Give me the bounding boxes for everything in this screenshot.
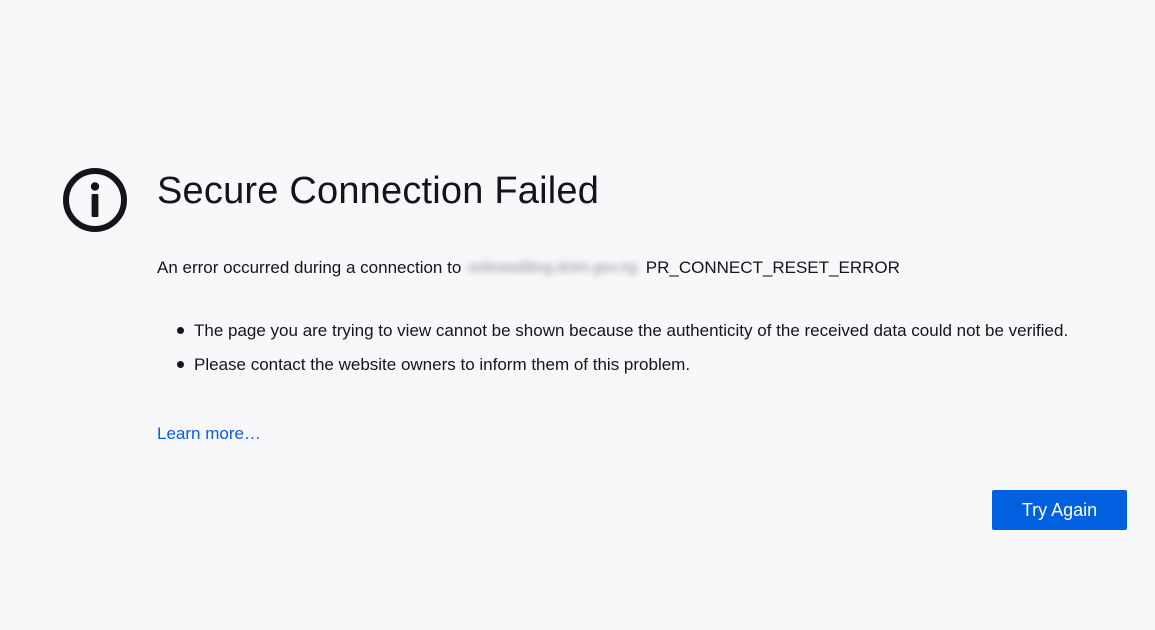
error-code: PR_CONNECT_RESET_ERROR <box>645 258 900 277</box>
try-again-button[interactable]: Try Again <box>992 490 1127 530</box>
error-details-list: The page you are trying to view cannot b… <box>157 318 1107 386</box>
error-short-description: An error occurred during a connection to… <box>157 257 900 279</box>
list-item-text: Please contact the website owners to inf… <box>194 355 691 374</box>
page-title: Secure Connection Failed <box>157 170 600 212</box>
blurred-hostname: onlineediting.dctm.gov.ng <box>468 259 638 276</box>
list-item-text: The page you are trying to view cannot b… <box>194 321 1069 340</box>
info-icon <box>63 168 127 232</box>
bullet-icon <box>177 327 184 334</box>
learn-more-link[interactable]: Learn more… <box>157 423 261 445</box>
error-description-prefix: An error occurred during a connection to <box>157 258 462 277</box>
list-item: The page you are trying to view cannot b… <box>157 318 1107 343</box>
bullet-icon <box>177 361 184 368</box>
list-item: Please contact the website owners to inf… <box>157 352 1107 377</box>
